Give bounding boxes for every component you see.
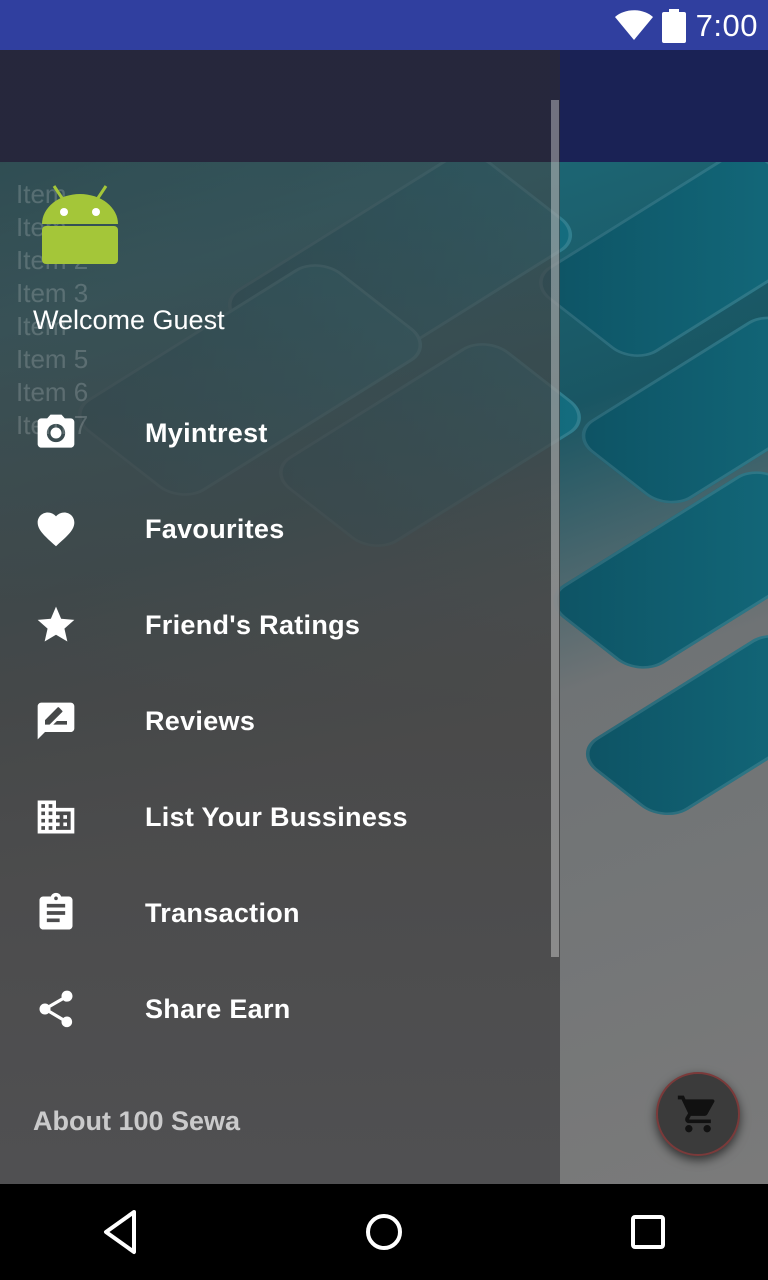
wifi-icon [615, 10, 653, 40]
menu-item-label: Friend's Ratings [145, 609, 361, 640]
menu-item-label: Transaction [145, 897, 300, 928]
ghost-list-item: Item 5 [16, 344, 89, 374]
about-link[interactable]: About 100 Sewa [33, 1106, 240, 1137]
business-icon [34, 795, 78, 839]
status-time: 7:00 [695, 8, 758, 43]
menu-item-friends-ratings[interactable]: Friend's Ratings [0, 577, 560, 673]
battery-icon [662, 9, 686, 43]
rate-review-icon [34, 699, 78, 743]
menu-item-label: Reviews [145, 705, 256, 736]
menu-item-label: List Your Bussiness [145, 801, 408, 832]
cart-fab[interactable] [656, 1072, 740, 1156]
star-icon [34, 603, 78, 647]
menu-item-myintrest[interactable]: Myintrest [0, 385, 560, 481]
drawer-menu: Myintrest Favourites Friend's Ratings Re… [0, 385, 560, 1057]
android-logo-icon [42, 185, 118, 264]
system-nav-bar [0, 1184, 768, 1280]
menu-item-label: Share Earn [145, 993, 291, 1024]
camera-icon [34, 411, 78, 455]
status-bar: 7:00 [0, 0, 768, 50]
menu-item-label: Myintrest [145, 417, 268, 448]
menu-item-list-your-business[interactable]: List Your Bussiness [0, 769, 560, 865]
menu-item-reviews[interactable]: Reviews [0, 673, 560, 769]
menu-item-favourites[interactable]: Favourites [0, 481, 560, 577]
menu-item-share-earn[interactable]: Share Earn [0, 961, 560, 1057]
share-icon [34, 987, 78, 1031]
welcome-text: Welcome Guest [33, 305, 225, 335]
menu-item-transaction[interactable]: Transaction [0, 865, 560, 961]
menu-item-label: Favourites [145, 513, 285, 544]
assignment-icon [34, 891, 78, 935]
home-icon[interactable] [364, 1206, 404, 1258]
heart-icon [34, 507, 78, 551]
recents-icon[interactable] [630, 1206, 666, 1258]
back-icon[interactable] [100, 1206, 140, 1258]
shopping-cart-icon [677, 1095, 715, 1133]
